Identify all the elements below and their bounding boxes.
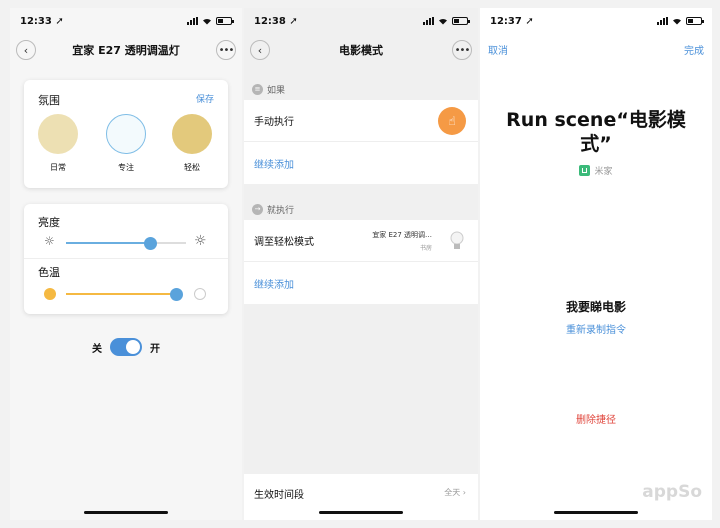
home-indicator — [84, 511, 168, 514]
list-icon: ≡ — [252, 83, 263, 95]
brightness-slider[interactable] — [66, 237, 186, 250]
adjust-card: 亮度 ☼ ☼ 色温 — [24, 204, 228, 314]
bulb-icon — [450, 231, 464, 249]
scene-relax[interactable] — [172, 114, 212, 154]
signal-icon — [187, 17, 198, 25]
mijia-icon — [579, 165, 591, 176]
color-temp-slider[interactable] — [66, 288, 183, 301]
effective-time-label: 生效时间段 — [254, 490, 304, 501]
trigger-row[interactable]: 手动执行 ☝ — [244, 100, 478, 142]
battery-icon — [452, 17, 470, 25]
scene-label: 日常 — [50, 163, 66, 172]
delete-shortcut-button[interactable]: 删除捷径 — [480, 411, 712, 426]
page-title: 宜家 E27 透明调温灯 — [72, 44, 180, 57]
if-add-more-link[interactable]: 继续添加 — [244, 142, 478, 184]
battery-icon — [686, 17, 704, 25]
chevron-left-icon: ‹ — [257, 43, 263, 57]
power-switch[interactable] — [110, 338, 142, 356]
more-icon: ••• — [218, 44, 235, 56]
power-on-label: 开 — [150, 343, 160, 355]
sun-high-icon: ☼ — [194, 233, 207, 249]
trigger-label: 手动执行 — [254, 117, 294, 128]
nav-bar: 取消 完成 — [488, 42, 704, 57]
save-button[interactable]: 保存 — [196, 92, 214, 105]
if-add-label: 继续添加 — [254, 159, 294, 171]
then-add-more-link[interactable]: 继续添加 — [244, 262, 478, 304]
nav-bar: ‹ 宜家 E27 透明调温灯 ••• — [10, 36, 242, 64]
sun-low-icon: ☼ — [44, 234, 55, 248]
scene-daily[interactable] — [38, 114, 78, 154]
then-section-header: → 就执行 — [244, 198, 478, 220]
status-time: 12:37 ➚ — [490, 15, 534, 27]
location-icon: ➚ — [525, 15, 534, 27]
action-label: 调至轻松模式 — [254, 237, 314, 248]
brightness-knob[interactable] — [144, 237, 157, 250]
chevron-right-icon: › — [462, 488, 466, 497]
then-section: 调至轻松模式 宜家 E27 透明调… 书房 继续添加 — [244, 220, 478, 304]
nav-bar: ‹ 电影模式 ••• — [244, 36, 478, 64]
brightness-fill — [66, 242, 150, 244]
app-source: 米家 — [480, 164, 712, 177]
divider — [24, 258, 228, 259]
more-icon: ••• — [454, 44, 471, 56]
if-header-label: 如果 — [267, 85, 286, 96]
more-button[interactable]: ••• — [452, 40, 472, 60]
more-button[interactable]: ••• — [216, 40, 236, 60]
then-add-label: 继续添加 — [254, 279, 294, 291]
status-bar: 12:38 ➚ — [244, 8, 478, 34]
cool-dot-icon — [194, 288, 206, 300]
power-toggle-row: 关 开 — [10, 338, 242, 356]
phone-scene-edit: 12:38 ➚ ‹ 电影模式 ••• ≡ 如果 手动执行 ☝ 继续添加 → 就执… — [244, 8, 478, 520]
status-bar: 12:37 ➚ — [480, 8, 712, 34]
brightness-title: 亮度 — [38, 216, 60, 229]
wifi-icon — [203, 18, 211, 25]
color-temp-title: 色温 — [38, 266, 60, 279]
hand-tap-icon: ☝ — [438, 106, 466, 135]
status-time: 12:38 ➚ — [254, 15, 298, 27]
rerecord-button[interactable]: 重新录制指令 — [480, 321, 712, 336]
back-button[interactable]: ‹ — [16, 40, 36, 60]
wifi-icon — [439, 18, 447, 25]
voice-phrase: 我要睇电影 — [565, 300, 626, 314]
location-icon: ➚ — [55, 15, 64, 27]
signal-icon — [423, 17, 434, 25]
device-info: 宜家 E27 透明调… 书房 — [372, 230, 432, 252]
battery-icon — [216, 17, 234, 25]
device-name: 宜家 E27 透明调… — [372, 230, 432, 239]
home-indicator — [554, 511, 638, 514]
status-time: 12:33 ➚ — [20, 15, 64, 27]
then-header-label: 就执行 — [267, 205, 295, 216]
phone-light-control: 12:33 ➚ ‹ 宜家 E27 透明调温灯 ••• 氛围 保存 日常 专注 轻… — [10, 8, 242, 520]
scene-focus[interactable] — [106, 114, 146, 154]
shortcut-title: Run scene“电影模式” — [506, 109, 686, 155]
signal-icon — [657, 17, 668, 25]
wifi-icon — [673, 18, 681, 25]
power-off-label: 关 — [92, 343, 102, 355]
phone-siri-shortcut: 12:37 ➚ 取消 完成 Run scene“电影模式” 米家 我要睇电影 重… — [480, 8, 712, 520]
done-button[interactable]: 完成 — [684, 42, 704, 57]
location-icon: ➚ — [289, 15, 298, 27]
ambience-title: 氛围 — [38, 94, 60, 107]
color-temp-knob[interactable] — [170, 288, 183, 301]
page-title: 电影模式 — [339, 44, 383, 57]
arrow-right-icon: → — [252, 203, 263, 215]
cancel-button[interactable]: 取消 — [488, 42, 508, 57]
home-indicator — [319, 511, 403, 514]
device-room: 书房 — [419, 244, 432, 252]
chevron-left-icon: ‹ — [23, 43, 29, 57]
if-section-header: ≡ 如果 — [244, 78, 478, 100]
warm-dot-icon — [44, 288, 56, 300]
watermark: appSo — [642, 482, 702, 502]
scene-label: 专注 — [118, 163, 134, 172]
effective-time-value: 全天 › — [444, 488, 466, 497]
status-bar: 12:33 ➚ — [10, 8, 242, 34]
app-name: 米家 — [594, 167, 613, 177]
color-temp-fill — [66, 293, 176, 295]
if-section: 手动执行 ☝ 继续添加 — [244, 100, 478, 184]
back-button[interactable]: ‹ — [250, 40, 270, 60]
stage: 12:33 ➚ ‹ 宜家 E27 透明调温灯 ••• 氛围 保存 日常 专注 轻… — [0, 0, 720, 528]
scene-label: 轻松 — [184, 163, 200, 172]
ambience-card: 氛围 保存 日常 专注 轻松 — [24, 80, 228, 188]
action-row[interactable]: 调至轻松模式 宜家 E27 透明调… 书房 — [244, 220, 478, 262]
